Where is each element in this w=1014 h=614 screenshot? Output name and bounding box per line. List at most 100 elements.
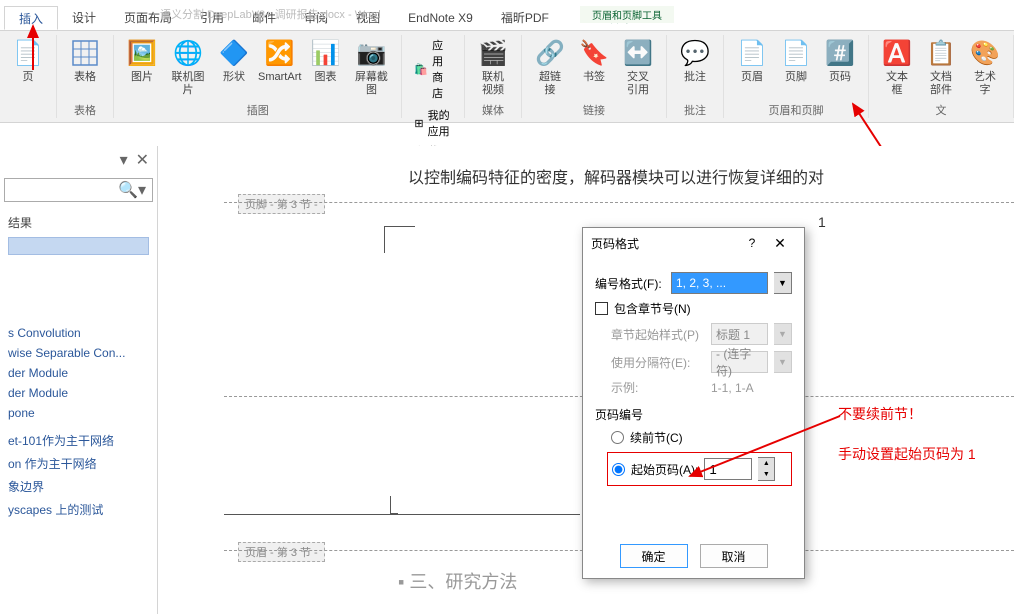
nav-item[interactable]: yscapes 上的测试	[0, 498, 157, 521]
doc-heading: ▪ 三、研究方法	[398, 568, 517, 594]
online-video-button[interactable]: 🎬联机视频	[473, 35, 513, 99]
myapps-button[interactable]: ⊞我的应用	[410, 105, 456, 141]
nav-dropdown-icon[interactable]: ▾	[120, 150, 128, 170]
separator-label: 使用分隔符(E):	[611, 354, 705, 371]
nav-item[interactable]: wise Separable Con...	[0, 343, 157, 363]
picture-icon: 🖼️	[126, 37, 158, 69]
hyperlink-button[interactable]: 🔗超链接	[530, 35, 570, 99]
spinner-up-icon[interactable]: ▲	[758, 458, 774, 469]
nav-item[interactable]: et-101作为主干网络	[0, 429, 157, 452]
online-picture-button[interactable]: 🌐联机图片	[166, 35, 210, 99]
context-tool-group: 页眉和页脚工具	[580, 6, 674, 23]
header-button[interactable]: 📄页眉	[732, 35, 772, 86]
nav-item[interactable]: der Module	[0, 363, 157, 383]
online-picture-icon: 🌐	[172, 37, 204, 69]
include-chapter-label: 包含章节号(N)	[614, 300, 691, 317]
page-number-format-dialog: 页码格式 ? ✕ 编号格式(F): 1, 2, 3, ... ▼ 包含章节号(N…	[582, 227, 805, 579]
chevron-down-icon: ▼	[774, 323, 792, 345]
tab-design[interactable]: 设计	[58, 6, 110, 30]
continue-prev-radio[interactable]	[611, 431, 624, 444]
picture-button[interactable]: 🖼️图片	[122, 35, 162, 86]
group-label-media: 媒体	[482, 100, 504, 118]
chapter-style-select: 标题 1	[711, 323, 768, 345]
screenshot-button[interactable]: 📷屏幕截图	[349, 35, 393, 99]
dashed-line	[224, 202, 1014, 203]
start-at-label: 起始页码(A):	[631, 461, 698, 478]
example-label: 示例:	[611, 379, 705, 396]
comment-button[interactable]: 💬批注	[675, 35, 715, 86]
bookmark-icon: 🔖	[578, 37, 610, 69]
chart-button[interactable]: 📊图表	[305, 35, 345, 86]
link-icon: 🔗	[534, 37, 566, 69]
chart-icon: 📊	[309, 37, 341, 69]
doc-body-text: 以控制编码特征的密度，解码器模块可以进行恢复详细的对	[408, 164, 824, 188]
footer-icon: 📄	[780, 37, 812, 69]
nav-item[interactable]: 象边界	[0, 475, 157, 498]
table-icon	[69, 37, 101, 69]
nav-search-box[interactable]: 🔍▾	[4, 178, 153, 202]
line	[224, 514, 580, 515]
ok-button[interactable]: 确定	[620, 544, 688, 568]
tab-foxit[interactable]: 福昕PDF	[487, 6, 563, 30]
search-input[interactable]	[5, 183, 112, 197]
cancel-button[interactable]: 取消	[700, 544, 768, 568]
number-format-label: 编号格式(F):	[595, 275, 665, 292]
results-bar[interactable]	[8, 237, 149, 255]
table-button[interactable]: 表格	[65, 35, 105, 86]
crossref-button[interactable]: ↔️交叉引用	[618, 35, 658, 99]
store-icon: 🛍️	[414, 63, 428, 76]
bookmark-button[interactable]: 🔖书签	[574, 35, 614, 86]
smartart-button[interactable]: 🔀SmartArt	[258, 35, 301, 86]
separator-select: - (连字符)	[711, 351, 768, 373]
page-number-display: 1	[818, 214, 826, 230]
nav-item[interactable]: der Module	[0, 383, 157, 403]
tab-insert[interactable]: 插入	[4, 6, 58, 30]
myapps-icon: ⊞	[414, 117, 423, 130]
navigation-panel: ▾ ✕ 🔍▾ 结果 s Convolution wise Separable C…	[0, 146, 158, 614]
results-label: 结果	[8, 214, 149, 231]
close-icon[interactable]: ✕	[764, 235, 796, 252]
start-at-radio[interactable]	[612, 463, 625, 476]
search-icon[interactable]: 🔍▾	[112, 180, 152, 200]
chevron-down-icon[interactable]: ▼	[774, 272, 792, 294]
textbox-icon: 🅰️	[881, 37, 913, 69]
tab-endnote[interactable]: EndNote X9	[394, 6, 487, 30]
spinner-down-icon[interactable]: ▼	[758, 469, 774, 480]
chevron-down-icon: ▼	[774, 351, 792, 373]
wordart-button[interactable]: 🎨艺术字	[965, 35, 1005, 99]
number-format-select[interactable]: 1, 2, 3, ...	[671, 272, 768, 294]
quickparts-button[interactable]: 📋文档部件	[921, 35, 961, 99]
line-v	[384, 226, 385, 253]
nav-item[interactable]: on 作为主干网络	[0, 452, 157, 475]
group-label-comments: 批注	[684, 100, 706, 118]
video-icon: 🎬	[477, 37, 509, 69]
include-chapter-checkbox[interactable]	[595, 302, 608, 315]
nav-close-icon[interactable]: ✕	[136, 150, 149, 170]
window-title: 语义分割 DeepLabV3+ 调研报告.docx - Word	[160, 6, 381, 22]
nav-item[interactable]: pone	[0, 403, 157, 423]
footer-section-marker: 页脚 - 第 3 节 -	[238, 194, 325, 214]
textbox-button[interactable]: 🅰️文本框	[877, 35, 917, 99]
start-at-input[interactable]	[704, 458, 752, 480]
pagenumber-button[interactable]: #️⃣页码	[820, 35, 860, 86]
example-value: 1-1, 1-A	[711, 381, 754, 395]
header-icon: 📄	[736, 37, 768, 69]
header-section-marker: 页眉 - 第 3 节 -	[238, 542, 325, 562]
chapter-style-label: 章节起始样式(P)	[611, 326, 705, 343]
screenshot-icon: 📷	[355, 37, 387, 69]
page-icon: 📄	[12, 37, 44, 69]
dialog-help-icon[interactable]: ?	[740, 236, 764, 250]
shapes-button[interactable]: 🔷形状	[214, 35, 254, 86]
group-label-illustrations: 插图	[247, 100, 269, 118]
line-corner	[390, 496, 398, 514]
group-label-text: 文	[936, 100, 947, 118]
annotation-text-1: 不要续前节！	[838, 404, 922, 424]
pages-button[interactable]: 📄 页	[8, 35, 48, 86]
line	[384, 226, 415, 227]
smartart-icon: 🔀	[264, 37, 296, 69]
wordart-icon: 🎨	[969, 37, 1001, 69]
footer-button[interactable]: 📄页脚	[776, 35, 816, 86]
continue-prev-label: 续前节(C)	[630, 429, 683, 446]
nav-item[interactable]: s Convolution	[0, 323, 157, 343]
store-button[interactable]: 🛍️应用商店	[410, 35, 456, 103]
